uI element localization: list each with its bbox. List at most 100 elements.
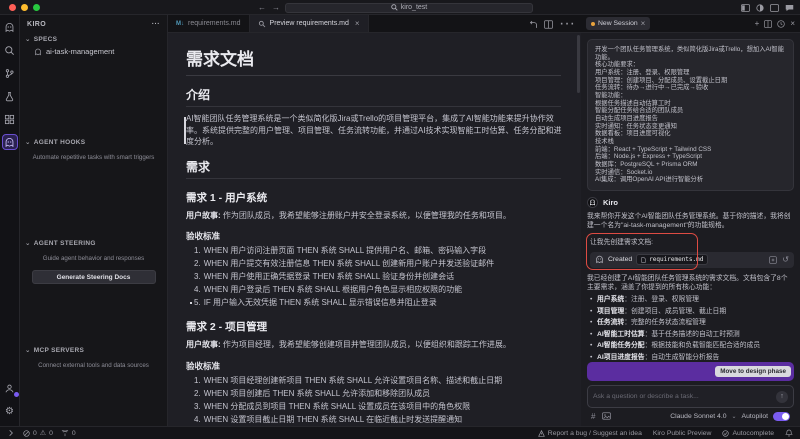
move-to-design-phase-button[interactable]: Move to design phase bbox=[715, 366, 791, 377]
annotated-region: 让我先创建需求文档: Created requirements.md ↺ bbox=[587, 235, 794, 267]
editor-scrollbar[interactable] bbox=[577, 35, 580, 93]
settings-gear-icon[interactable]: ⚙ bbox=[2, 403, 18, 419]
chat-tab-bar: New Session × + × bbox=[581, 15, 800, 33]
markdown-file-icon: M↓ bbox=[176, 21, 184, 27]
ports-indicator[interactable]: 0 bbox=[61, 430, 76, 437]
report-bug-link[interactable]: Report a bug / Suggest an idea bbox=[538, 430, 642, 437]
req1-criteria-heading: 验收标准 bbox=[186, 230, 581, 242]
tab-preview-requirements-md[interactable]: Preview requirements.md × bbox=[250, 15, 369, 32]
close-session-icon[interactable]: × bbox=[641, 19, 646, 28]
user-message: 开发一个团队任务管理系统，类似简化版Jira或Trello，想加入AI智能功能。… bbox=[587, 39, 794, 191]
forward-arrow-icon[interactable]: → bbox=[272, 3, 280, 12]
sidebar: KIRO ··· ⌄ SPECS ai-task-management ⌄ AG… bbox=[20, 15, 168, 426]
assistant-name: Kiro bbox=[603, 198, 618, 207]
intro-paragraph: AI智能团队任务管理系统是一个类似简化版Jira或Trello的项目管理平台，集… bbox=[186, 113, 564, 148]
section-mcp-servers[interactable]: ⌄ MCP SERVERS bbox=[20, 344, 167, 356]
remote-indicator[interactable] bbox=[7, 429, 15, 437]
requirements-heading: 需求 bbox=[186, 158, 561, 179]
app-window: ← → kiro_test bbox=[0, 0, 800, 439]
markdown-preview: 需求文档 介绍 AI智能团队任务管理系统是一个类似简化版Jira或Trello的… bbox=[168, 33, 581, 426]
maximize-window-button[interactable] bbox=[33, 4, 40, 11]
close-window-button[interactable] bbox=[9, 4, 16, 11]
account-icon[interactable] bbox=[2, 380, 18, 396]
context-hash-icon[interactable]: # bbox=[591, 412, 595, 421]
tab-requirements-md[interactable]: M↓ requirements.md bbox=[168, 15, 250, 32]
kiro-public-preview-label: Kiro Public Preview bbox=[653, 430, 712, 437]
chat-input[interactable] bbox=[593, 393, 772, 400]
back-arrow-icon[interactable]: ← bbox=[258, 3, 266, 12]
section-agent-steering[interactable]: ⌄ AGENT STEERING bbox=[20, 237, 167, 249]
bullet-item: 项目管理：创建项目、成员管理、截止日期 bbox=[590, 308, 794, 317]
extensions-icon[interactable] bbox=[2, 111, 18, 127]
section-agent-hooks[interactable]: ⌄ AGENT HOOKS bbox=[20, 136, 167, 148]
kiro-ghost-icon bbox=[589, 199, 596, 206]
chevron-down-icon: ⌄ bbox=[25, 346, 31, 354]
history-clock-icon[interactable] bbox=[777, 20, 785, 28]
split-editor-icon[interactable] bbox=[544, 20, 553, 29]
send-button[interactable]: ↑ bbox=[776, 391, 788, 403]
toggle-panel-left-icon[interactable] bbox=[741, 4, 750, 12]
assistant-paragraph: 我已经创建了AI智能团队任务管理系统的需求文档。文档包含了8个主要需求，涵盖了你… bbox=[587, 274, 794, 292]
problems-indicator[interactable]: 0 ⚠ 0 bbox=[23, 429, 53, 437]
open-diff-icon[interactable] bbox=[769, 256, 777, 264]
new-session-icon[interactable]: + bbox=[755, 19, 760, 28]
chat-bubble-icon[interactable] bbox=[785, 4, 794, 12]
tab-new-session[interactable]: New Session × bbox=[586, 17, 650, 30]
activity-bar: ⚙ bbox=[0, 15, 20, 426]
attach-image-icon[interactable] bbox=[602, 412, 611, 420]
autopilot-toggle[interactable] bbox=[773, 412, 790, 421]
section-specs[interactable]: ⌄ SPECS bbox=[20, 33, 167, 45]
req2-criteria-list: WHEN 项目经理创建新项目 THEN 系统 SHALL 允许设置项目名称、描述… bbox=[192, 376, 581, 426]
workspace-title: kiro_test bbox=[401, 4, 427, 11]
open-changes-icon[interactable] bbox=[529, 20, 538, 29]
created-file-row[interactable]: Created requirements.md ↺ bbox=[590, 252, 794, 268]
undo-icon[interactable]: ↺ bbox=[782, 255, 789, 264]
debug-flask-icon[interactable] bbox=[2, 88, 18, 104]
file-chip[interactable]: requirements.md bbox=[636, 254, 708, 265]
window-controls bbox=[9, 4, 40, 11]
generate-steering-docs-button[interactable]: Generate Steering Docs bbox=[32, 270, 156, 284]
model-selector[interactable]: Claude Sonnet 4.0 bbox=[670, 413, 726, 420]
bullet-item: 任务流转：完整的任务状态流程管理 bbox=[590, 319, 794, 328]
toggle-panel-bottom-icon[interactable] bbox=[770, 4, 779, 12]
notifications-bell-icon[interactable] bbox=[785, 429, 793, 437]
close-tab-icon[interactable]: × bbox=[355, 19, 360, 28]
command-center-search[interactable]: kiro_test bbox=[285, 3, 533, 13]
list-item: WHEN 分配成员到项目 THEN 系统 SHALL 设置成员在该项目中的角色权… bbox=[192, 402, 564, 412]
warning-icon: ⚠ bbox=[40, 429, 46, 437]
chevron-down-icon: ⌄ bbox=[25, 35, 31, 43]
sidebar-more-icon[interactable]: ··· bbox=[152, 21, 160, 28]
kiro-file-icon bbox=[595, 255, 604, 264]
source-control-icon[interactable] bbox=[2, 65, 18, 81]
kiro-avatar bbox=[587, 197, 598, 208]
chevron-down-icon: ⌄ bbox=[25, 138, 31, 146]
sidebar-title: KIRO bbox=[27, 21, 46, 28]
theme-contrast-icon[interactable] bbox=[756, 4, 764, 12]
minimize-window-button[interactable] bbox=[21, 4, 28, 11]
list-item: IF 用户输入无效凭据 THEN 系统 SHALL 显示错误信息并阻止登录 bbox=[192, 298, 564, 308]
kiro-logo-icon[interactable] bbox=[2, 19, 18, 35]
editor-tab-bar: M↓ requirements.md Preview requirements.… bbox=[168, 15, 581, 33]
assistant-paragraph: 我来帮你开发这个AI智能团队任务管理系统。基于你的描述，我将创建一个名为"ai-… bbox=[587, 212, 794, 230]
more-actions-icon[interactable]: ··· bbox=[559, 15, 575, 33]
split-chat-icon[interactable] bbox=[764, 20, 772, 28]
req1-story: 用户故事: 作为团队成员，我希望能够注册账户并安全登录系统，以便管理我的任务和项… bbox=[186, 210, 564, 222]
error-count: 0 bbox=[33, 430, 37, 437]
search-sidebar-icon[interactable] bbox=[2, 42, 18, 58]
sidebar-item-ai-task-management[interactable]: ai-task-management bbox=[20, 45, 167, 58]
kiro-agent-panel-icon[interactable] bbox=[2, 134, 18, 150]
bullet-item: 用户系统：注册、登录、权限管理 bbox=[590, 296, 794, 305]
req2-criteria-heading: 验收标准 bbox=[186, 360, 581, 372]
autocomplete-status[interactable]: Autocomplete bbox=[722, 430, 774, 437]
error-icon bbox=[23, 430, 30, 437]
list-item: WHEN 设置项目截止日期 THEN 系统 SHALL 在临近截止时发送提醒通知 bbox=[192, 415, 564, 425]
spec-file-icon bbox=[34, 48, 42, 56]
doc-title: 需求文档 bbox=[186, 45, 561, 76]
bullet-item: AI智能任务分配：根据技能和负载智能匹配合适的成员 bbox=[590, 342, 794, 351]
remote-icon bbox=[7, 429, 15, 437]
status-bar: 0 ⚠ 0 0 Report a bug / Suggest an idea K… bbox=[0, 426, 800, 439]
close-panel-icon[interactable]: × bbox=[790, 19, 795, 28]
mcp-servers-description: Connect external tools and data sources bbox=[20, 362, 167, 369]
intro-heading: 介绍 bbox=[186, 86, 561, 107]
list-item: WHEN 用户登录后 THEN 系统 SHALL 根据用户角色显示相应权限的功能 bbox=[192, 285, 564, 295]
